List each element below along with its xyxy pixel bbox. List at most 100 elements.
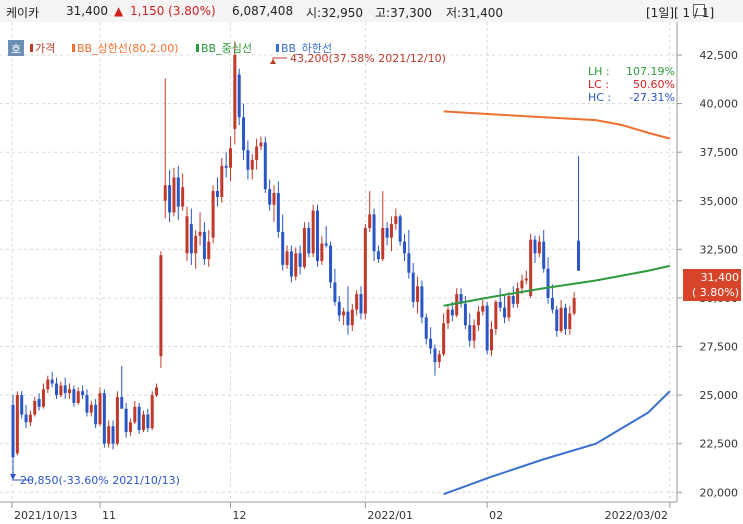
candle-body [472, 325, 476, 341]
y-tick-label: 37,500 [700, 146, 739, 159]
x-tick-label: 2022/03/02 [605, 509, 668, 522]
candle-body [37, 399, 41, 407]
candle [302, 222, 306, 269]
candle [237, 68, 241, 125]
candle-body [524, 278, 528, 281]
candle-body [172, 177, 176, 213]
candle-body [420, 286, 424, 318]
candle-body [333, 282, 337, 302]
candle-body [342, 311, 346, 316]
legend-item[interactable]: BB_상한선(80,2.00) [77, 42, 179, 55]
candle-body [324, 243, 328, 246]
candle-body [246, 150, 250, 170]
candle-body [28, 414, 32, 423]
candle-body [516, 288, 520, 304]
legend-swatch [276, 44, 279, 52]
candle-body [389, 224, 393, 238]
candle [329, 241, 333, 289]
candle-body [220, 165, 224, 197]
candle-body [237, 74, 241, 118]
candle-body [63, 385, 67, 394]
candle-body [429, 338, 433, 349]
candle [398, 214, 402, 246]
candle [115, 391, 119, 446]
candle-body [250, 159, 254, 170]
candle-body [555, 309, 559, 331]
candle-body [302, 227, 306, 267]
candle-body [385, 227, 389, 238]
candle-body [198, 231, 202, 236]
legend-item[interactable]: BB_중심선 [201, 42, 252, 55]
high-price: 고:37,300 [375, 6, 433, 20]
candle [150, 391, 154, 431]
candle-body [411, 272, 415, 302]
candle-body [559, 307, 563, 331]
candle-body [59, 385, 63, 396]
legend-swatch [196, 44, 199, 52]
candle-body [233, 55, 237, 129]
candle-body [263, 142, 267, 190]
current-price: 31,400 [66, 4, 108, 18]
candle-body [572, 297, 576, 314]
candle-body [159, 255, 163, 357]
candle-body [89, 404, 93, 413]
candle-body [463, 303, 467, 326]
candle-body [155, 387, 159, 396]
candle-body [124, 408, 128, 433]
candle-body [511, 296, 515, 304]
candle [263, 136, 267, 194]
legend-item[interactable]: 가격 [35, 42, 55, 55]
candle-body [46, 379, 50, 390]
candle-body [102, 393, 106, 444]
candle-body [272, 193, 276, 205]
candle-body [403, 241, 406, 254]
candle [15, 391, 19, 456]
candle-body [546, 268, 550, 298]
lc-value: 50.60% [633, 78, 675, 91]
candle-body [115, 397, 119, 444]
candle-body [494, 301, 498, 330]
candle-body [50, 379, 54, 384]
candle-body [498, 301, 502, 308]
candle-body [394, 216, 398, 225]
chart-window: 케이카 31,400 ▲ 1,150 (3.80%) 6,087,408 시:3… [0, 0, 743, 524]
candle-body [329, 245, 333, 283]
candle-body [229, 148, 232, 168]
x-tick-label: 2022/01 [367, 509, 413, 522]
candle-body [372, 214, 376, 252]
candle-body [176, 177, 180, 207]
stock-name: 케이카 [6, 6, 40, 20]
y-tick-label: 42,500 [700, 49, 739, 62]
low-price: 저:31,400 [446, 6, 504, 20]
candle-body [41, 389, 45, 407]
candle [529, 233, 533, 298]
candle-body [72, 389, 76, 403]
candle-body [146, 414, 150, 429]
candle-body [307, 227, 311, 254]
candle-body [542, 241, 546, 269]
candle [102, 389, 106, 448]
change-arrow-icon: ▲ [114, 4, 124, 18]
candle-body [242, 117, 246, 151]
candle-body [276, 193, 280, 232]
candle-body [507, 296, 511, 318]
candle-body [133, 406, 137, 423]
y-tick-label: 32,500 [700, 243, 739, 256]
candle-body [311, 210, 315, 254]
candle-body [437, 354, 441, 363]
candle-body [446, 309, 450, 324]
x-tick-label: 2021/10/13 [14, 509, 77, 522]
candle-body [85, 395, 89, 413]
quote-header: 케이카 31,400 ▲ 1,150 (3.80%) 6,087,408 시:3… [0, 0, 743, 23]
candle [137, 402, 141, 434]
candle-body [24, 414, 28, 423]
candle-body [194, 235, 198, 254]
page-info[interactable]: [1일][ 1 / 1] [646, 4, 714, 21]
candle-body [337, 301, 341, 316]
candle-body [350, 309, 354, 326]
price-change: 1,150 (3.80%) [130, 4, 216, 18]
candle-body [381, 227, 385, 260]
candle-body [450, 309, 454, 316]
candle [20, 391, 24, 419]
candle-body [168, 185, 172, 213]
